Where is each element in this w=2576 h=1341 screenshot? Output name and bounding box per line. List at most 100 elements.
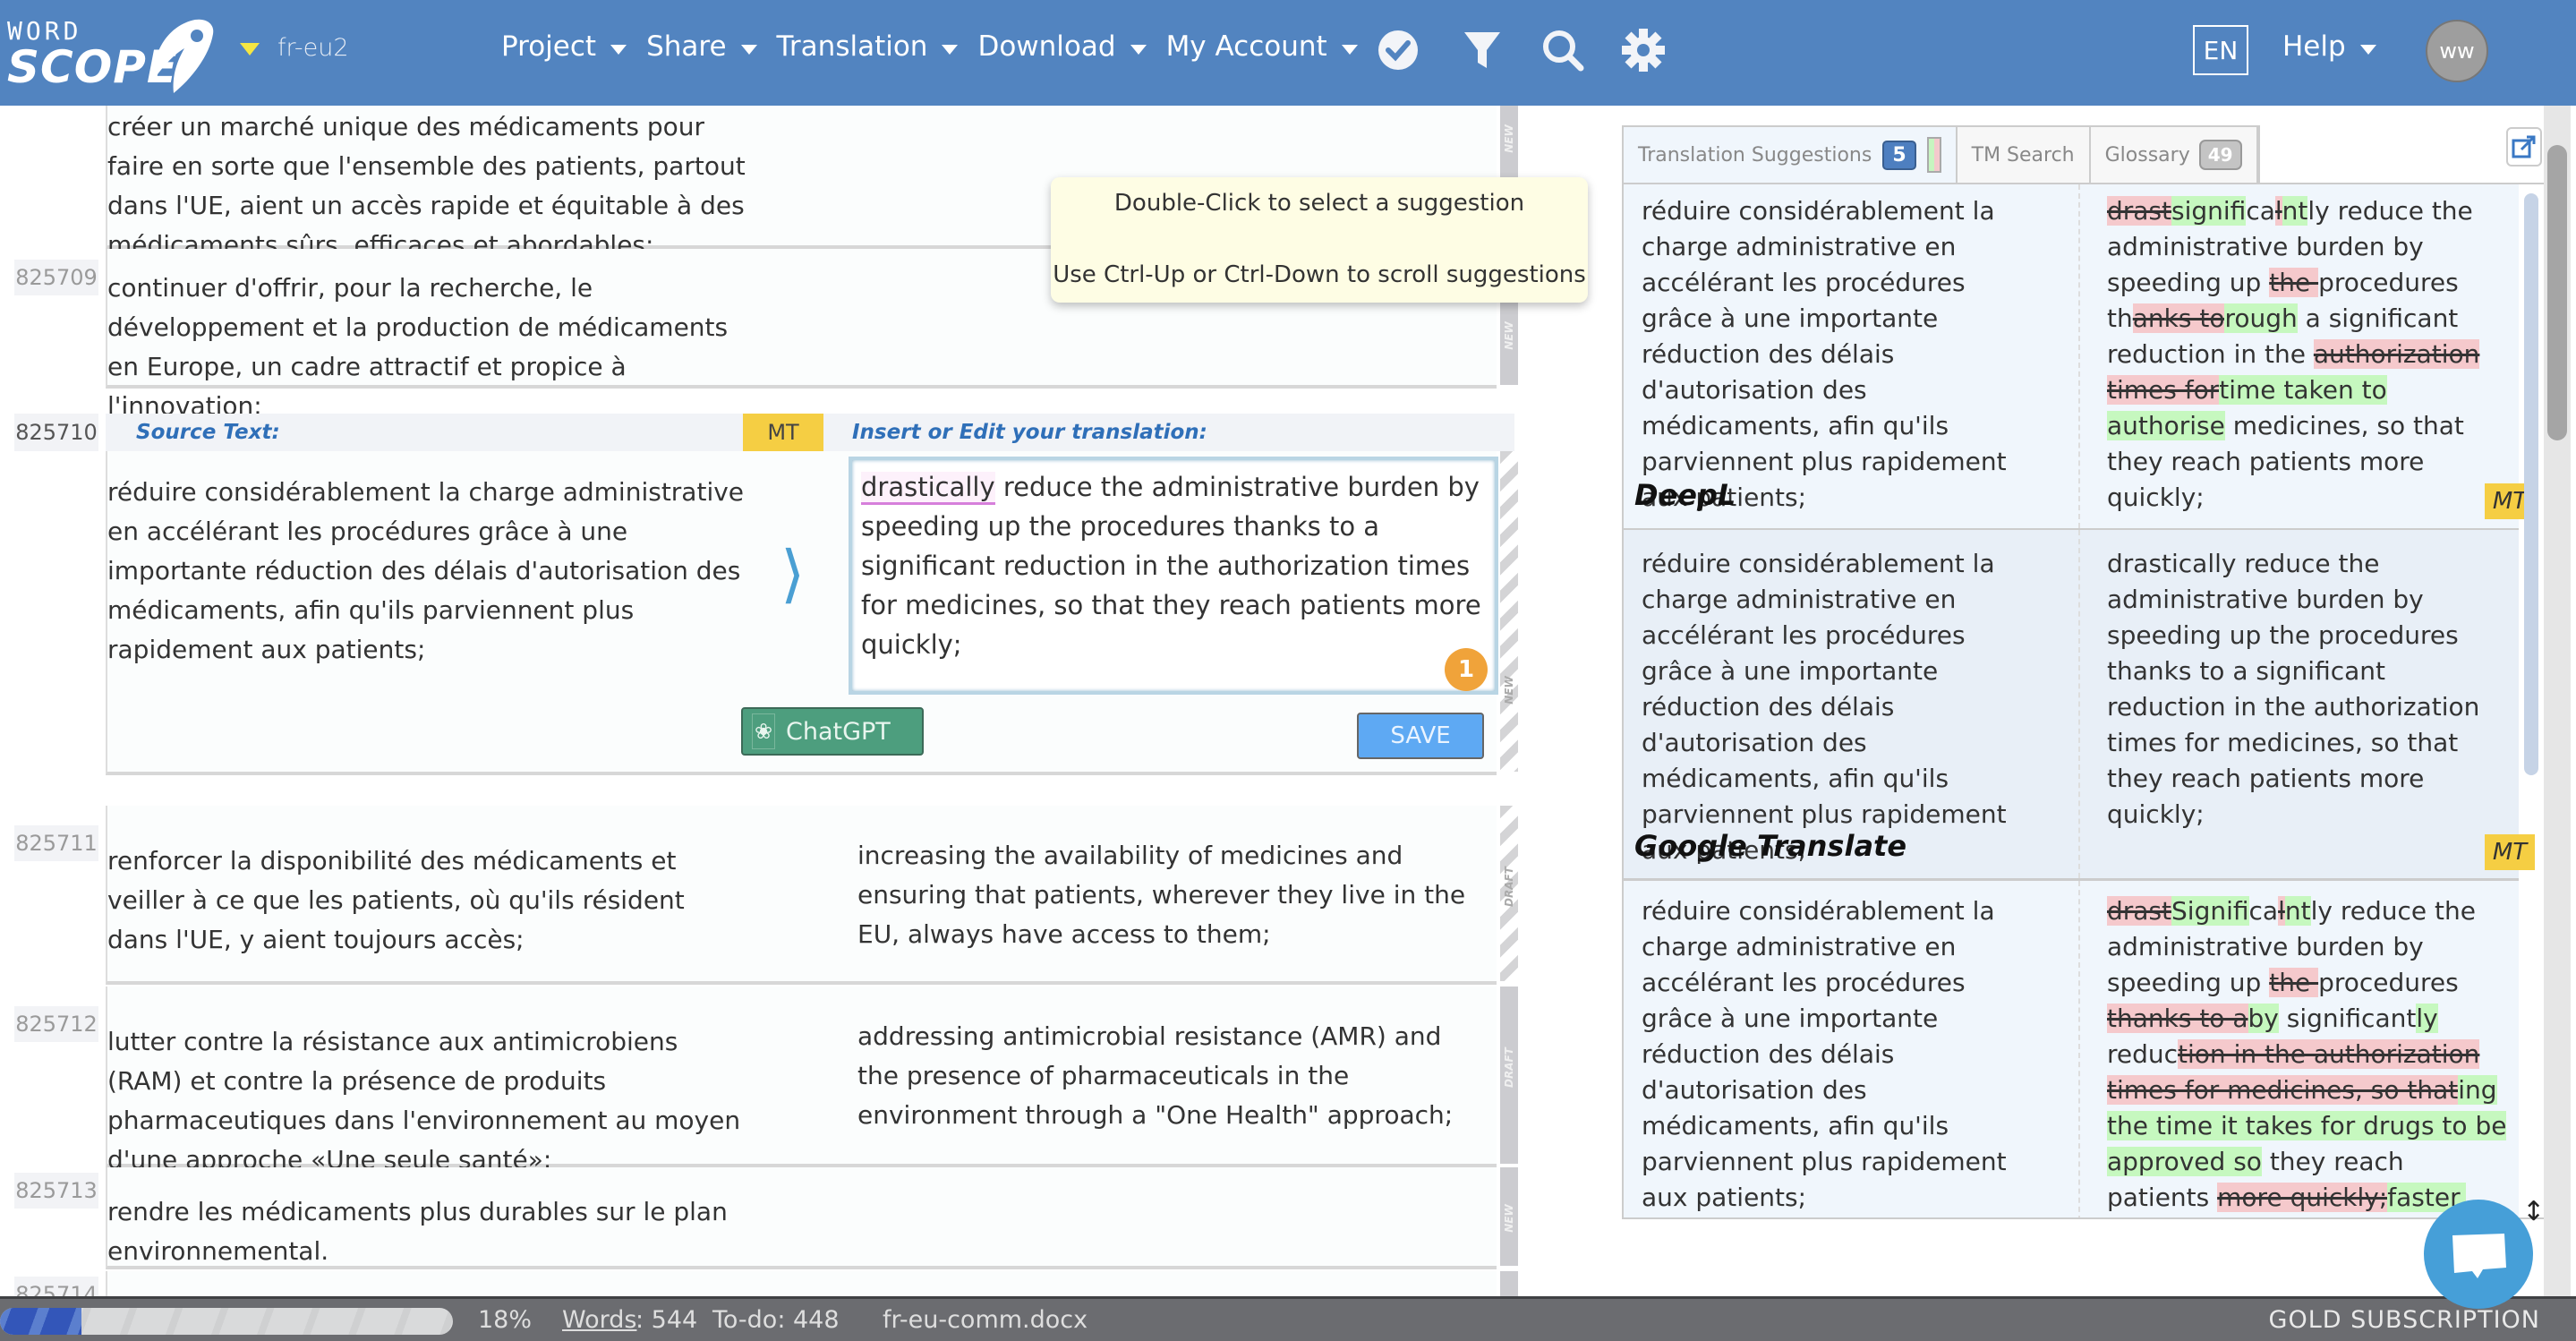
segment-status-strip: DRAFT [1500,806,1518,981]
diff-unchanged: drastically reduce the administrative bu… [2107,549,2480,829]
status-label: NEW [1503,676,1515,705]
suggestion-engine: Google Translate [1634,829,1907,863]
suggestion-target: drastSignificalntly reduce the administr… [2107,893,2510,1216]
tab-label: TM Search [1971,143,2075,167]
chat-support-button[interactable] [2424,1200,2533,1309]
segment-number: 825714 [14,1277,98,1296]
diff-insertion: Signifi [2171,896,2249,926]
segment-row[interactable]: 825712 lutter contre la résistance aux a… [0,987,1518,1174]
segment-row[interactable]: 825711 renforcer la disponibilité des mé… [0,806,1518,985]
diff-insertion: rough [2224,303,2298,333]
tab-label: Glossary [2104,143,2190,167]
tooltip-line-1: Double-Click to select a suggestion [1113,190,1525,217]
scrollbar-thumb[interactable] [2547,145,2567,440]
file-name: fr-eu-comm.docx [883,1306,1088,1334]
menu-translation-label: Translation [776,30,928,63]
source-text-label: Source Text: [136,421,280,444]
segment-target: increasing the availability of medicines… [857,841,1466,949]
help-label: Help [2282,30,2346,63]
segment-status-strip: NEW [1500,1167,1518,1266]
word-count: : 544 [635,1306,698,1334]
tooltip-line-2: Use Ctrl-Up or Ctrl-Down to scroll sugge… [1053,261,1586,288]
menu-project-label: Project [501,30,597,63]
diff-insertion: by [2248,1004,2279,1033]
chatgpt-label: ChatGPT [786,717,891,746]
chatgpt-button[interactable]: ❀ ChatGPT [741,707,924,756]
top-navbar: WORD SCOPE fr-eu2 Project Share Translat… [0,0,2576,106]
suggestion-item[interactable]: réduire considérablement la charge admin… [1624,528,2535,881]
menu-project[interactable]: Project [501,30,627,63]
panel-tabs: Translation Suggestions 5 TM Search Glos… [1622,125,2260,183]
words-link[interactable]: Words [562,1306,636,1334]
project-name[interactable]: fr-eu2 [277,34,349,62]
segment-target: addressing antimicrobial resistance (AMR… [857,1021,1454,1130]
diff-unchanged: ca [2246,196,2275,226]
mt-badge: MT [743,414,823,451]
menu-download-label: Download [977,30,1116,63]
status-label: DRAFT [1503,1047,1515,1088]
chevron-down-icon [942,44,959,55]
suggestion-scrollbar[interactable] [2524,193,2538,775]
glossary-count-badge: 49 [2198,140,2242,170]
chevron-down-icon [1341,44,1358,55]
diff-deletion: the [2269,268,2319,297]
diff-deletion: l [2278,896,2285,926]
tab-translation-suggestions[interactable]: Translation Suggestions 5 [1624,127,1958,183]
copy-source-chevron-icon[interactable]: ⟩ [780,537,805,611]
segment-status-strip: NEW [1500,451,1518,772]
status-label: DRAFT [1503,867,1515,907]
diff-deletion: l [2274,196,2282,226]
tab-glossary[interactable]: Glossary 49 [2090,127,2258,183]
menu-share-label: Share [646,30,727,63]
todo-count: To-do: 448 [712,1306,840,1334]
diff-unchanged: significant [2278,1004,2417,1033]
status-label: NEW [1503,1204,1515,1233]
segment-number: 825711 [14,825,98,861]
tab-tm-search[interactable]: TM Search [1957,127,2091,183]
popout-window-icon[interactable] [2506,127,2542,167]
progress-fill [0,1308,82,1335]
suggestion-target: drastsignificalntly reduce the administr… [2107,193,2510,516]
segment-row[interactable]: 825714 [0,1271,1518,1296]
segment-number: 825709 [14,260,98,295]
suggestion-source: réduire considérablement la charge admin… [1642,549,2007,865]
suggestion-engine: DeepL [1634,478,1736,512]
diff-insertion: signifi [2171,196,2247,226]
active-segment-header: Source Text: MT Insert or Edit your tran… [106,414,1514,451]
menu-translation[interactable]: Translation [777,30,959,63]
gear-icon[interactable] [1620,27,1667,73]
save-button[interactable]: SAVE [1357,713,1484,759]
panel-scrollbar[interactable] [2544,106,2571,1296]
translation-editor[interactable]: drastically reduce the administrative bu… [849,457,1498,695]
help-menu[interactable]: Help [2282,30,2376,63]
issue-count-badge[interactable]: 1 [1445,648,1488,691]
spellcheck-highlight[interactable]: drastically [861,472,995,505]
suggestion-source: réduire considérablement la charge admin… [1642,196,2007,512]
menu-my-account[interactable]: My Account [1166,30,1358,63]
active-segment: 825710 Source Text: MT Insert or Edit yo… [0,414,1518,775]
chevron-down-icon [2359,44,2376,55]
segment-source: réduire considérablement la charge admin… [107,477,745,664]
suggestion-item[interactable]: réduire considérablement la charge admin… [1624,184,2535,528]
language-button[interactable]: EN [2193,25,2248,75]
project-dropdown-caret[interactable] [240,43,260,56]
diff-insertion: nt [2282,196,2308,226]
user-avatar[interactable]: ww [2426,20,2488,82]
chevron-down-icon [1130,44,1147,55]
suggestion-count-badge: 5 [1882,140,1916,170]
target-text-label: Insert or Edit your translation: [852,421,1207,444]
segment-row[interactable]: 825713 rendre les médicaments plus durab… [0,1167,1518,1269]
openai-icon: ❀ [752,713,775,749]
filter-icon[interactable] [1459,27,1506,73]
check-circle-icon[interactable] [1375,27,1421,73]
suggestion-item[interactable]: réduire considérablement la charge admin… [1624,881,2519,1217]
status-label: NEW [1503,321,1515,350]
search-icon[interactable] [1540,27,1586,73]
wordscope-logo[interactable]: WORD SCOPE [7,16,222,94]
segment-status-strip [1500,1271,1518,1296]
diff-insertion: ly [2416,1004,2438,1033]
menu-download[interactable]: Download [977,30,1147,63]
suggestions-panel: Translation Suggestions 5 TM Search Glos… [1522,106,2576,1296]
segment-status-strip: DRAFT [1500,987,1518,1164]
menu-share[interactable]: Share [646,30,757,63]
